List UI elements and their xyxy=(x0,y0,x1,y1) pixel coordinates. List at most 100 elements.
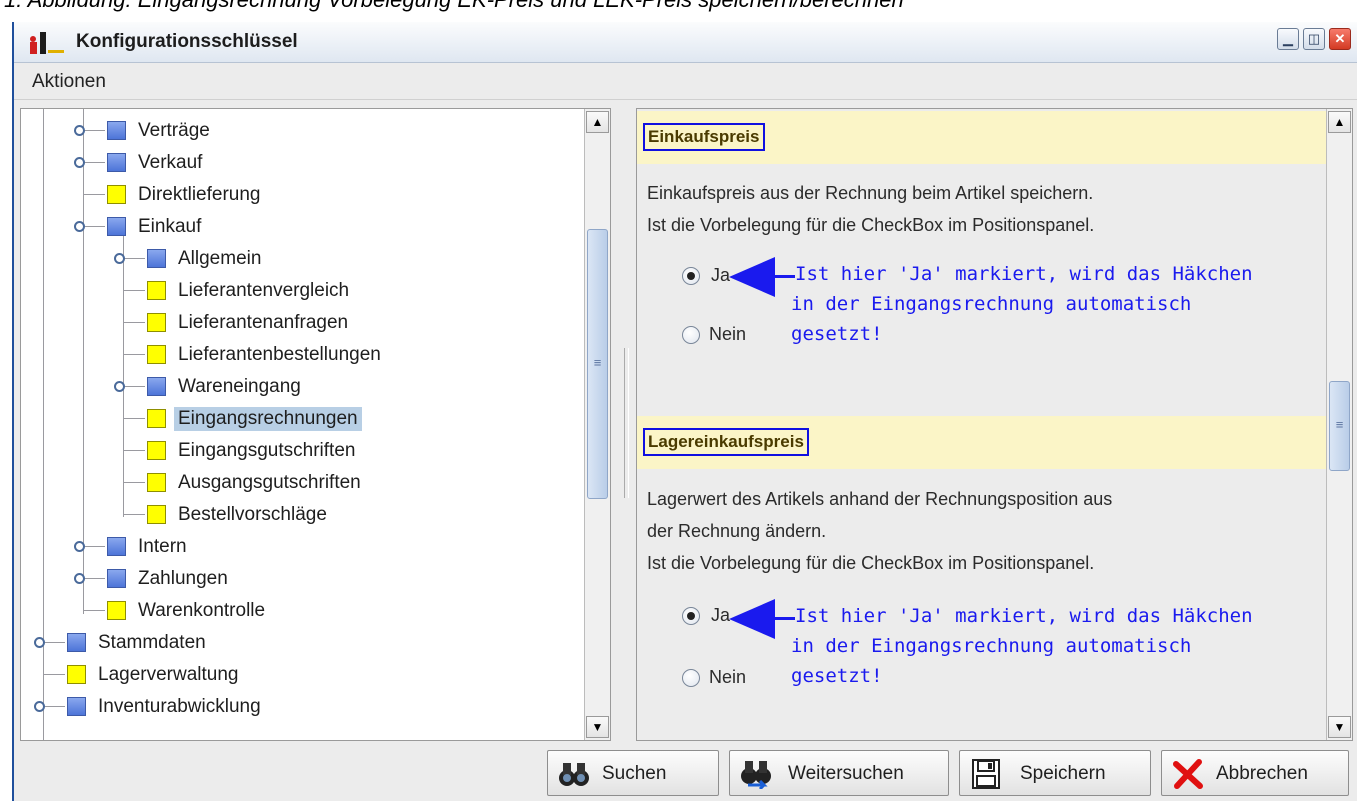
config-window: Konfigurationsschlüssel ▁ ◫ ✕ Aktionen V… xyxy=(12,22,1357,801)
tree-item-inventurabwicklung[interactable]: Inventurabwicklung xyxy=(21,691,581,723)
expand-handle-icon[interactable] xyxy=(74,541,85,552)
leaf-node-icon xyxy=(107,185,126,204)
tree-scrollbar[interactable]: ▲ ≡ ▼ xyxy=(584,109,610,740)
binoculars-next-icon xyxy=(741,761,771,789)
maximize-icon[interactable]: ◫ xyxy=(1303,28,1325,50)
section-title: Einkaufspreis xyxy=(643,123,765,151)
radio-ja[interactable] xyxy=(682,607,700,625)
annotation-text: gesetzt! xyxy=(791,665,883,687)
scroll-down-icon[interactable]: ▼ xyxy=(1328,716,1351,738)
tree-item-lagerverwaltung[interactable]: Lagerverwaltung xyxy=(21,659,581,691)
radio-ja-label: Ja xyxy=(711,265,731,285)
leaf-node-icon xyxy=(107,601,126,620)
settings-scrollbar[interactable]: ▲ ≡ ▼ xyxy=(1326,109,1352,740)
tree-item-lieferantenvergleich[interactable]: Lieferantenvergleich xyxy=(21,275,581,307)
scroll-thumb[interactable]: ≡ xyxy=(587,229,608,499)
leaf-node-icon xyxy=(147,441,166,460)
figure-caption: 1: Abbildung: Eingangsrechnung Vorbelegu… xyxy=(0,0,1357,12)
expand-handle-icon[interactable] xyxy=(34,701,45,712)
title-bar[interactable]: Konfigurationsschlüssel ▁ ◫ ✕ xyxy=(14,22,1357,63)
tree-item-eingangsrechnungen[interactable]: Eingangsrechnungen xyxy=(21,403,581,435)
annotation-text: Ist hier 'Ja' markiert, wird das Häkchen xyxy=(795,263,1253,285)
leaf-node-icon xyxy=(147,473,166,492)
tree-item-zahlungen[interactable]: Zahlungen xyxy=(21,563,581,595)
scroll-thumb[interactable]: ≡ xyxy=(1329,381,1350,471)
radio-nein-label: Nein xyxy=(709,667,747,687)
minimize-icon[interactable]: ▁ xyxy=(1277,28,1299,50)
expand-handle-icon[interactable] xyxy=(74,125,85,136)
menu-aktionen[interactable]: Aktionen xyxy=(32,71,106,93)
radio-nein[interactable] xyxy=(682,326,700,344)
cancel-x-icon xyxy=(1173,759,1203,789)
search-next-button[interactable]: Weitersuchen xyxy=(729,750,949,796)
leaf-node-icon xyxy=(67,665,86,684)
scroll-down-icon[interactable]: ▼ xyxy=(586,716,609,738)
tree-item-vertraege[interactable]: Verträge xyxy=(21,115,581,147)
tree-item-warenkontrolle[interactable]: Warenkontrolle xyxy=(21,595,581,627)
leaf-node-icon xyxy=(147,345,166,364)
tree-item-direktlieferung[interactable]: Direktlieferung xyxy=(21,179,581,211)
annotation-text: in der Eingangsrechnung automatisch xyxy=(791,293,1192,315)
section-description: Lagerwert des Artikels anhand der Rechnu… xyxy=(647,489,1113,509)
tree-item-einkauf[interactable]: Einkauf xyxy=(21,211,581,243)
annotation-text: Ist hier 'Ja' markiert, wird das Häkchen xyxy=(795,605,1253,627)
leaf-node-icon xyxy=(147,505,166,524)
section-description: Ist die Vorbelegung für die CheckBox im … xyxy=(647,215,1095,235)
tree-item-allgemein[interactable]: Allgemein xyxy=(21,243,581,275)
button-bar: Suchen Weitersuchen Speichern Abbrechen xyxy=(20,750,1353,798)
radio-ja[interactable] xyxy=(682,267,700,285)
section-header-lagereinkaufspreis: Lagereinkaufspreis xyxy=(637,416,1327,469)
section-description: Ist die Vorbelegung für die CheckBox im … xyxy=(647,553,1095,573)
tree-item-wareneingang[interactable]: Wareneingang xyxy=(21,371,581,403)
app-icon xyxy=(30,32,64,54)
tree-item-lieferantenbestellungen[interactable]: Lieferantenbestellungen xyxy=(21,339,581,371)
tree-item-intern[interactable]: Intern xyxy=(21,531,581,563)
cancel-button[interactable]: Abbrechen xyxy=(1161,750,1349,796)
radio-nein[interactable] xyxy=(682,669,700,687)
leaf-node-icon xyxy=(147,409,166,428)
folder-node-icon xyxy=(147,377,166,396)
expand-handle-icon[interactable] xyxy=(114,253,125,264)
tree-item-lieferantenanfragen[interactable]: Lieferantenanfragen xyxy=(21,307,581,339)
arrow-left-icon xyxy=(729,257,795,297)
folder-node-icon xyxy=(67,633,86,652)
save-button[interactable]: Speichern xyxy=(959,750,1151,796)
folder-node-icon xyxy=(107,569,126,588)
expand-handle-icon[interactable] xyxy=(74,157,85,168)
annotation-text: in der Eingangsrechnung automatisch xyxy=(791,635,1192,657)
tree-item-verkauf[interactable]: Verkauf xyxy=(21,147,581,179)
expand-handle-icon[interactable] xyxy=(114,381,125,392)
collapse-handle-icon[interactable] xyxy=(74,221,85,232)
config-tree: Verträge Verkauf Direktlieferung Einkauf… xyxy=(20,108,611,741)
floppy-disk-icon xyxy=(972,759,1000,789)
tree-item-bestellvorschlaege[interactable]: Bestellvorschläge xyxy=(21,499,581,531)
section-title: Lagereinkaufspreis xyxy=(643,428,809,456)
folder-node-icon xyxy=(147,249,166,268)
folder-node-icon xyxy=(107,153,126,172)
section-description: Einkaufspreis aus der Rechnung beim Arti… xyxy=(647,183,1094,203)
folder-node-icon xyxy=(107,537,126,556)
radio-ja-label: Ja xyxy=(711,605,731,625)
scroll-up-icon[interactable]: ▲ xyxy=(1328,111,1351,133)
tree-item-eingangsgutschriften[interactable]: Eingangsgutschriften xyxy=(21,435,581,467)
window-title: Konfigurationsschlüssel xyxy=(76,31,298,52)
expand-handle-icon[interactable] xyxy=(74,573,85,584)
folder-node-icon xyxy=(107,121,126,140)
folder-node-icon xyxy=(107,217,126,236)
close-icon[interactable]: ✕ xyxy=(1329,28,1351,50)
scroll-up-icon[interactable]: ▲ xyxy=(586,111,609,133)
search-button[interactable]: Suchen xyxy=(547,750,719,796)
expand-handle-icon[interactable] xyxy=(34,637,45,648)
menu-bar: Aktionen xyxy=(14,63,1357,100)
section-description: der Rechnung ändern. xyxy=(647,521,827,541)
folder-node-icon xyxy=(67,697,86,716)
binoculars-icon xyxy=(559,763,589,786)
tree-item-stammdaten[interactable]: Stammdaten xyxy=(21,627,581,659)
section-header-einkaufspreis: Einkaufspreis xyxy=(637,111,1327,164)
arrow-left-icon xyxy=(729,599,795,639)
radio-nein-label: Nein xyxy=(709,324,747,344)
annotation-text: gesetzt! xyxy=(791,323,883,345)
tree-item-ausgangsgutschriften[interactable]: Ausgangsgutschriften xyxy=(21,467,581,499)
split-divider[interactable] xyxy=(620,108,634,741)
settings-panel: Einkaufspreis Einkaufspreis aus der Rech… xyxy=(636,108,1353,741)
